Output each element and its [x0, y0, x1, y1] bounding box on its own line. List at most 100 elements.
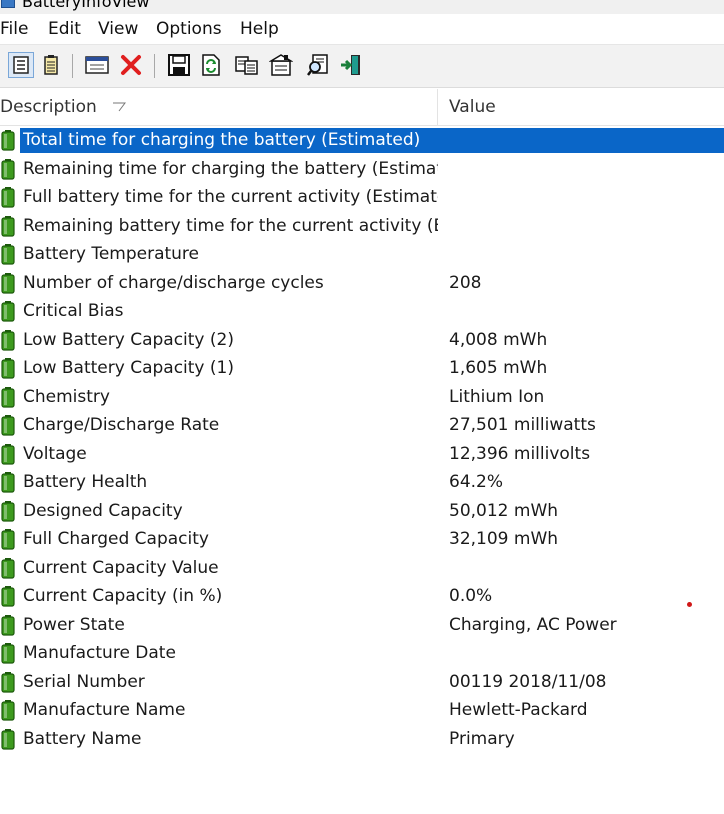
table-row[interactable]: Battery Name Primary [0, 725, 724, 754]
table-row[interactable]: Full battery time for the current activi… [0, 183, 724, 212]
value-cell: 64.2% [449, 472, 504, 492]
battery-icon [1, 643, 15, 664]
menu-bar: File Edit View Options Help [0, 14, 724, 45]
description-cell: Power State [20, 613, 724, 638]
battery-icon [1, 358, 15, 379]
table-row[interactable]: Remaining battery time for the current a… [0, 212, 724, 241]
description-text: Remaining battery time for the current a… [23, 215, 438, 236]
exit-button[interactable] [338, 52, 364, 78]
description-cell: Chemistry [20, 385, 724, 410]
table-row[interactable]: Full Charged Capacity 32,109 mWh [0, 525, 724, 554]
properties-icon [269, 54, 293, 76]
exit-icon [341, 55, 360, 75]
window-title: BatteryInfoView [22, 0, 150, 11]
menu-edit[interactable]: Edit [48, 19, 81, 39]
battery-icon [1, 272, 15, 294]
value-cell: 00119 2018/11/08 [449, 671, 607, 692]
value-cell: 208 [449, 272, 482, 293]
battery-icon [1, 244, 15, 265]
table-row[interactable]: Low Battery Capacity (1) 1,605 mWh [0, 354, 724, 383]
description-text: Designed Capacity [23, 500, 183, 521]
battery-log-mode-icon [44, 55, 58, 75]
battery-icon [1, 614, 15, 636]
column-header: Description Value [0, 89, 724, 126]
description-text: Critical Bias [23, 301, 124, 321]
value-cell: 4,008 mWh [449, 329, 548, 350]
refresh-icon [202, 54, 220, 76]
menu-file[interactable]: File [0, 19, 28, 39]
description-text: Serial Number [23, 671, 145, 692]
battery-log-mode-button[interactable] [38, 52, 64, 78]
description-text: Power State [23, 614, 125, 635]
table-row[interactable]: Total time for charging the battery (Est… [0, 126, 724, 155]
save-icon [168, 54, 190, 76]
description-cell: Full battery time for the current activi… [20, 185, 724, 210]
battery-icon [1, 415, 15, 436]
battery-icon [1, 158, 15, 180]
table-row[interactable]: Number of charge/discharge cycles 208 [0, 269, 724, 298]
table-row[interactable]: Manufacture Name Hewlett-Packard [0, 696, 724, 725]
battery-icon [1, 586, 15, 607]
value-cell: 12,396 millivolts [449, 443, 591, 464]
table-row[interactable]: Critical Bias [0, 297, 724, 326]
copy-button[interactable] [234, 52, 260, 78]
properties-window-button[interactable] [84, 52, 110, 78]
table-row[interactable]: Low Battery Capacity (2) 4,008 mWh [0, 326, 724, 355]
table-row[interactable]: Voltage 12,396 millivolts [0, 440, 724, 469]
menu-options[interactable]: Options [156, 19, 222, 39]
description-cell: Voltage [20, 442, 724, 467]
description-text: Battery Temperature [23, 244, 200, 264]
description-cell: Designed Capacity [20, 499, 724, 524]
description-cell: Battery Name [20, 727, 724, 752]
delete-button[interactable] [118, 52, 144, 78]
value-cell: 50,012 mWh [449, 500, 559, 521]
table-row[interactable]: Remaining time for charging the battery … [0, 155, 724, 184]
menu-view[interactable]: View [98, 19, 138, 39]
value-cell: 27,501 milliwatts [449, 415, 596, 435]
battery-info-mode-button[interactable] [8, 52, 34, 78]
save-button[interactable] [166, 52, 192, 78]
description-text: Battery Health [23, 472, 148, 492]
properties-button[interactable] [268, 52, 294, 78]
red-dot-marker [687, 602, 692, 607]
battery-icon [1, 529, 15, 550]
table-row[interactable]: Current Capacity (in %) 0.0% [0, 582, 724, 611]
toolbar-separator [72, 54, 73, 78]
value-cell: Hewlett-Packard [449, 700, 588, 720]
description-column-header[interactable]: Description [0, 89, 438, 125]
table-row[interactable]: Current Capacity Value [0, 554, 724, 583]
properties-window-icon [85, 56, 109, 74]
description-text: Low Battery Capacity (1) [23, 358, 234, 378]
app-icon [1, 0, 15, 8]
value-column-header[interactable]: Value [449, 97, 496, 117]
description-cell: Full Charged Capacity [20, 527, 724, 552]
description-cell: Remaining time for charging the battery … [20, 157, 724, 182]
table-row[interactable]: Battery Temperature [0, 240, 724, 269]
description-header-label: Description [0, 97, 97, 117]
battery-info-mode-icon [13, 56, 29, 74]
description-cell: Number of charge/discharge cycles [20, 271, 724, 296]
description-text: Total time for charging the battery (Est… [23, 130, 421, 150]
battery-icon [1, 472, 15, 493]
table-row[interactable]: Manufacture Date [0, 639, 724, 668]
find-button[interactable] [306, 52, 332, 78]
description-text: Current Capacity (in %) [23, 586, 223, 606]
description-text: Battery Name [23, 728, 142, 749]
value-cell: 1,605 mWh [449, 358, 548, 378]
table-row[interactable]: Designed Capacity 50,012 mWh [0, 497, 724, 526]
description-cell: Total time for charging the battery (Est… [20, 128, 724, 153]
table-row[interactable]: Charge/Discharge Rate 27,501 milliwatts [0, 411, 724, 440]
description-cell: Battery Health [20, 470, 724, 495]
table-row[interactable]: Power State Charging, AC Power [0, 611, 724, 640]
toolbar [0, 45, 724, 88]
value-cell: Primary [449, 728, 515, 749]
table-row[interactable]: Chemistry Lithium Ion [0, 383, 724, 412]
menu-help[interactable]: Help [240, 19, 279, 39]
description-text: Manufacture Name [23, 700, 186, 720]
refresh-button[interactable] [198, 52, 224, 78]
description-text: Low Battery Capacity (2) [23, 329, 234, 350]
table-row[interactable]: Battery Health 64.2% [0, 468, 724, 497]
battery-icon [1, 301, 15, 322]
description-cell: Current Capacity Value [20, 556, 724, 581]
table-row[interactable]: Serial Number 00119 2018/11/08 [0, 668, 724, 697]
